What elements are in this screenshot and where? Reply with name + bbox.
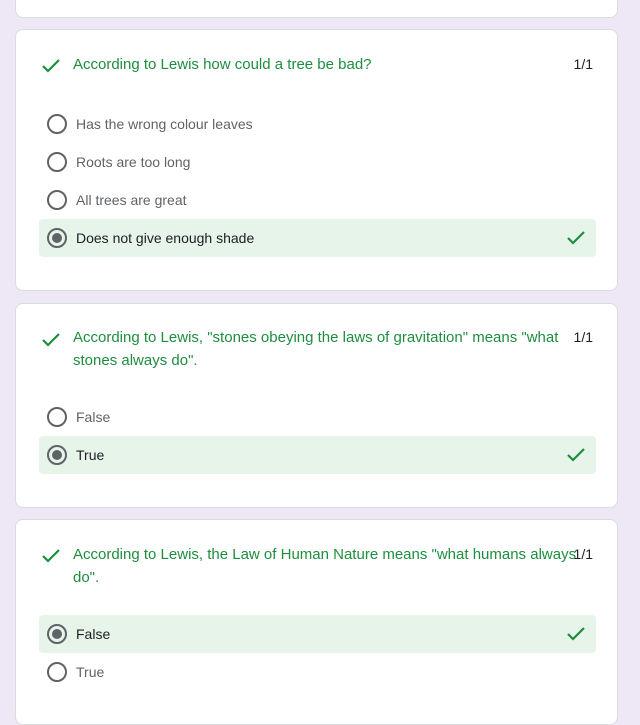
radio-button[interactable] bbox=[47, 152, 67, 172]
correct-check-icon bbox=[42, 333, 60, 347]
radio-button[interactable] bbox=[47, 190, 67, 210]
correct-check-icon bbox=[567, 627, 585, 641]
question-card-2: According to Lewis, "stones obeying the … bbox=[15, 303, 618, 508]
option-item[interactable]: Roots are too long bbox=[39, 143, 596, 181]
option-item[interactable]: Has the wrong colour leaves bbox=[39, 105, 596, 143]
radio-button-selected[interactable] bbox=[47, 445, 67, 465]
correct-check-icon bbox=[567, 231, 585, 245]
option-item-correct[interactable]: True bbox=[39, 436, 596, 474]
question-card-1: According to Lewis how could a tree be b… bbox=[15, 29, 618, 291]
correct-check-icon bbox=[567, 448, 585, 462]
option-item-correct[interactable]: Does not give enough shade bbox=[39, 219, 596, 257]
radio-button-selected[interactable] bbox=[47, 228, 67, 248]
option-label: Does not give enough shade bbox=[76, 230, 255, 246]
radio-button-selected[interactable] bbox=[47, 624, 67, 644]
option-item[interactable]: False bbox=[39, 398, 596, 436]
question-text: According to Lewis how could a tree be b… bbox=[73, 56, 372, 73]
option-item[interactable]: True bbox=[39, 653, 596, 691]
radio-button[interactable] bbox=[47, 114, 67, 134]
question-score: 1/1 bbox=[573, 329, 593, 345]
correct-check-icon bbox=[42, 59, 60, 73]
radio-button[interactable] bbox=[47, 407, 67, 427]
option-label: False bbox=[76, 409, 111, 425]
option-label: All trees are great bbox=[76, 192, 187, 208]
option-label: True bbox=[76, 664, 105, 680]
previous-question-card bbox=[15, 0, 618, 18]
question-score: 1/1 bbox=[573, 56, 593, 72]
option-item-correct[interactable]: False bbox=[39, 615, 596, 653]
option-label: Roots are too long bbox=[76, 154, 191, 170]
radio-button[interactable] bbox=[47, 662, 67, 682]
option-label: True bbox=[76, 447, 105, 463]
question-text: According to Lewis, "stones obeying the … bbox=[73, 329, 559, 369]
option-label: False bbox=[76, 626, 111, 642]
question-text: According to Lewis, the Law of Human Nat… bbox=[73, 546, 577, 586]
option-label: Has the wrong colour leaves bbox=[76, 116, 253, 132]
correct-check-icon bbox=[42, 549, 60, 563]
question-card-3: According to Lewis, the Law of Human Nat… bbox=[15, 519, 618, 725]
option-item[interactable]: All trees are great bbox=[39, 181, 596, 219]
question-score: 1/1 bbox=[573, 546, 593, 562]
